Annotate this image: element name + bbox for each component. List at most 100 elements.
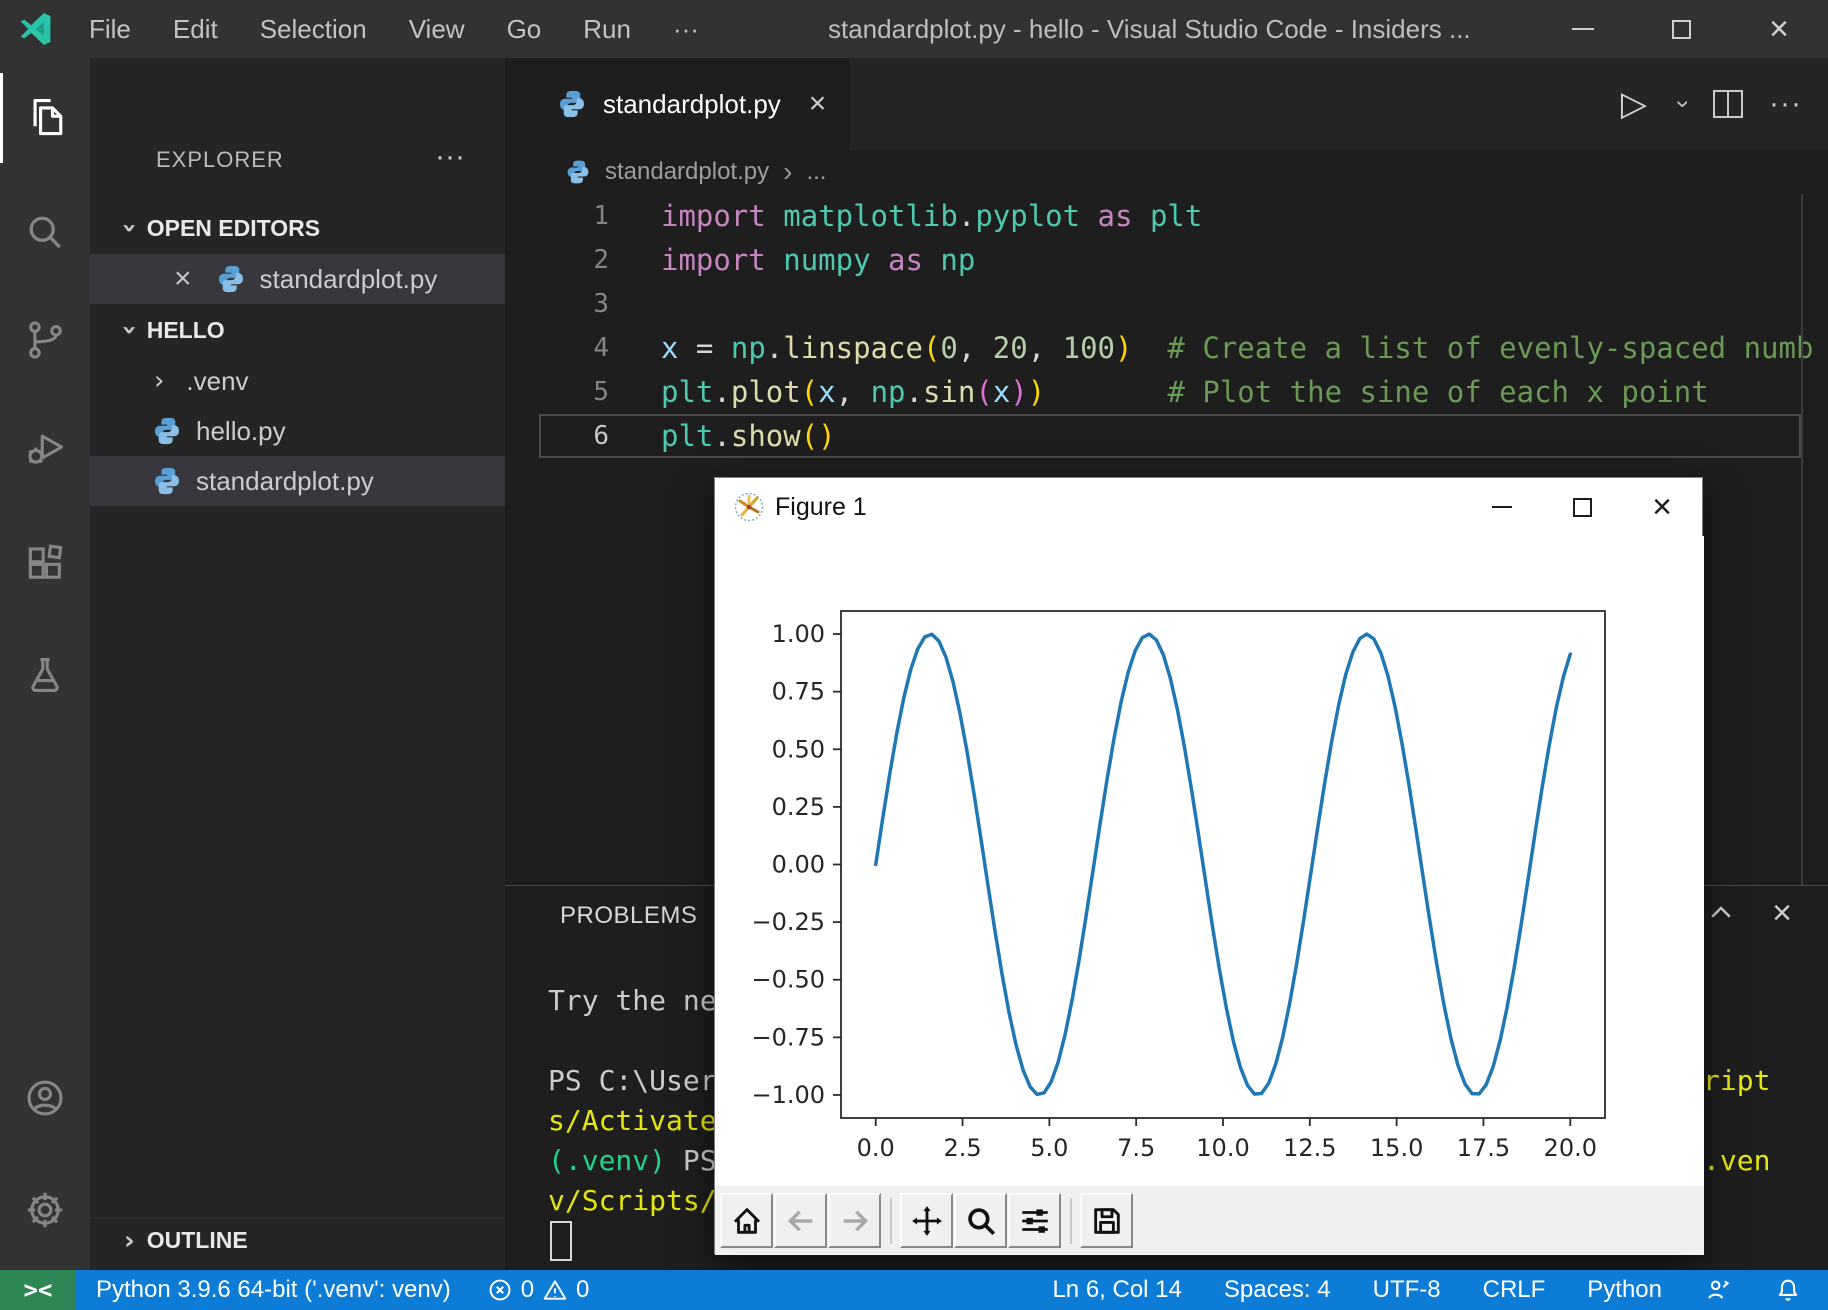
svg-text:−0.75: −0.75 bbox=[751, 1023, 825, 1051]
menu-selection[interactable]: Selection bbox=[239, 0, 388, 58]
matplotlib-figure-window[interactable]: Figure 1 × 0.02.55.07.510.012.515.017.52… bbox=[714, 477, 1703, 1254]
svg-text:−0.50: −0.50 bbox=[751, 966, 825, 994]
remote-indicator[interactable]: >< bbox=[0, 1270, 76, 1310]
line-number: 1 bbox=[545, 201, 609, 231]
svg-text:12.5: 12.5 bbox=[1283, 1134, 1336, 1162]
line-number: 4 bbox=[545, 333, 609, 363]
encoding-status[interactable]: UTF-8 bbox=[1373, 1276, 1441, 1304]
svg-text:−0.25: −0.25 bbox=[751, 908, 825, 936]
search-icon[interactable] bbox=[0, 187, 90, 277]
code-line-6[interactable]: 6plt.show() bbox=[505, 414, 1828, 458]
outline-header[interactable]: › OUTLINE bbox=[90, 1218, 505, 1262]
warning-icon bbox=[542, 1277, 568, 1303]
code-line-3[interactable]: 3 bbox=[505, 282, 1828, 326]
menu-run[interactable]: Run bbox=[562, 0, 652, 58]
pan-button[interactable] bbox=[900, 1193, 953, 1248]
extensions-icon[interactable] bbox=[0, 519, 90, 609]
terminal-line-fragment: ript bbox=[1703, 1061, 1770, 1101]
split-editor-icon[interactable] bbox=[1713, 90, 1743, 118]
error-icon bbox=[487, 1277, 513, 1303]
terminal-line: (.venv) PS bbox=[548, 1141, 717, 1181]
breadcrumb-more[interactable]: ... bbox=[806, 158, 826, 186]
folder-header-hello[interactable]: › HELLO bbox=[90, 308, 505, 352]
run-button[interactable]: ▷ bbox=[1621, 84, 1647, 124]
code-text: import numpy as np bbox=[661, 243, 975, 277]
feedback-person-icon[interactable] bbox=[1704, 1276, 1732, 1304]
svg-text:1.00: 1.00 bbox=[772, 620, 825, 648]
warning-count: 0 bbox=[576, 1276, 589, 1304]
menu-edit[interactable]: Edit bbox=[152, 0, 239, 58]
menu-view[interactable]: View bbox=[388, 0, 486, 58]
problems-summary[interactable]: 0 0 bbox=[487, 1276, 590, 1304]
code-line-2[interactable]: 2import numpy as np bbox=[505, 238, 1828, 282]
svg-text:17.5: 17.5 bbox=[1457, 1134, 1510, 1162]
tab-close-icon[interactable]: × bbox=[809, 87, 827, 121]
tree-item-venv[interactable]: › .venv bbox=[90, 356, 505, 406]
figure-minimize-button[interactable] bbox=[1462, 478, 1542, 536]
panel-actions: × bbox=[1706, 898, 1792, 928]
panel-close-icon[interactable]: × bbox=[1772, 898, 1792, 928]
close-icon[interactable]: × bbox=[174, 264, 192, 294]
figure-title-bar[interactable]: Figure 1 × bbox=[715, 478, 1702, 536]
accounts-icon[interactable] bbox=[0, 1053, 90, 1143]
svg-text:15.0: 15.0 bbox=[1370, 1134, 1423, 1162]
tree-item-standardplot-py[interactable]: standardplot.py bbox=[90, 456, 505, 506]
vscode-window: FileEditSelectionViewGoRun··· standardpl… bbox=[0, 0, 1828, 1310]
terminal-line: v/Scripts/ bbox=[548, 1181, 717, 1221]
code-line-1[interactable]: 1 import matplotlib.pyplot as plt bbox=[505, 194, 1828, 238]
code-text: plt.plot(x, np.sin(x)) # Plot the sine o… bbox=[661, 375, 1709, 409]
toolbar-separator bbox=[1070, 1198, 1072, 1244]
indentation-status[interactable]: Spaces: 4 bbox=[1224, 1276, 1331, 1304]
panel-maximize-chevron-icon[interactable] bbox=[1706, 898, 1736, 928]
cursor-position-status[interactable]: Ln 6, Col 14 bbox=[1052, 1276, 1181, 1304]
python-interpreter-status[interactable]: Python 3.9.6 64-bit ('.venv': venv) bbox=[96, 1276, 451, 1304]
menu-bar: FileEditSelectionViewGoRun··· bbox=[68, 0, 720, 58]
code-area[interactable]: 1 import matplotlib.pyplot as plt 2import … bbox=[505, 194, 1828, 458]
settings-gear-icon[interactable] bbox=[0, 1165, 90, 1255]
eol-status[interactable]: CRLF bbox=[1483, 1276, 1546, 1304]
open-editor-item-standardplot[interactable]: × standardplot.py bbox=[90, 254, 505, 304]
breadcrumb-file[interactable]: standardplot.py bbox=[605, 158, 769, 186]
close-button[interactable]: × bbox=[1730, 0, 1828, 58]
menu-go[interactable]: Go bbox=[486, 0, 563, 58]
testing-icon[interactable] bbox=[0, 631, 90, 721]
configure-subplots-button[interactable] bbox=[1008, 1193, 1061, 1248]
notifications-bell-icon[interactable] bbox=[1774, 1276, 1802, 1304]
language-mode-status[interactable]: Python bbox=[1587, 1276, 1662, 1304]
open-editors-header[interactable]: › OPEN EDITORS bbox=[90, 206, 505, 250]
source-control-icon[interactable] bbox=[0, 295, 90, 385]
menu-more[interactable]: ··· bbox=[652, 0, 720, 58]
terminal-line-fragment: .ven bbox=[1703, 1141, 1770, 1181]
code-line-5[interactable]: 5plt.plot(x, np.sin(x)) # Plot the sine … bbox=[505, 370, 1828, 414]
back-button[interactable] bbox=[774, 1193, 827, 1248]
run-dropdown-chevron-icon[interactable]: › bbox=[1669, 100, 1697, 108]
title-bar: FileEditSelectionViewGoRun··· standardpl… bbox=[0, 0, 1828, 58]
editor-more-actions-icon[interactable]: ··· bbox=[1769, 87, 1802, 121]
tab-standardplot-py[interactable]: standardplot.py × bbox=[505, 58, 850, 150]
maximize-button[interactable] bbox=[1632, 0, 1730, 58]
home-button[interactable] bbox=[720, 1193, 773, 1248]
svg-text:10.0: 10.0 bbox=[1196, 1134, 1249, 1162]
code-text: x = np.linspace(0, 20, 100) # Create a l… bbox=[661, 331, 1813, 365]
breadcrumb[interactable]: standardplot.py › ... bbox=[505, 150, 1828, 194]
zoom-button[interactable] bbox=[954, 1193, 1007, 1248]
tab-strip: standardplot.py × ▷ › ··· bbox=[505, 58, 1828, 150]
save-button[interactable] bbox=[1080, 1193, 1133, 1248]
explorer-sidebar: EXPLORER ··· › OPEN EDITORS × standardpl… bbox=[90, 58, 505, 1270]
code-text: import matplotlib.pyplot as plt bbox=[661, 199, 1202, 233]
minimize-button[interactable] bbox=[1534, 0, 1632, 58]
run-and-debug-icon[interactable] bbox=[0, 403, 90, 493]
code-line-4[interactable]: 4 x = np.linspace(0, 20, 100) # Create a … bbox=[505, 326, 1828, 370]
terminal-line: s/Activate bbox=[548, 1101, 717, 1141]
menu-file[interactable]: File bbox=[68, 0, 152, 58]
sidebar-more-actions[interactable]: ··· bbox=[435, 140, 465, 180]
status-bar-right: Ln 6, Col 14 Spaces: 4 UTF-8 CRLF Python bbox=[1052, 1270, 1828, 1310]
panel-tab-problems[interactable]: PROBLEMS bbox=[560, 902, 697, 930]
tree-item-hello-py[interactable]: hello.py bbox=[90, 406, 505, 456]
figure-close-button[interactable]: × bbox=[1622, 478, 1702, 536]
explorer-icon[interactable] bbox=[0, 73, 90, 163]
forward-button[interactable] bbox=[828, 1193, 881, 1248]
svg-text:0.00: 0.00 bbox=[772, 851, 825, 879]
sine-plot: 0.02.55.07.510.012.515.017.520.01.000.75… bbox=[715, 536, 1704, 1186]
figure-maximize-button[interactable] bbox=[1542, 478, 1622, 536]
